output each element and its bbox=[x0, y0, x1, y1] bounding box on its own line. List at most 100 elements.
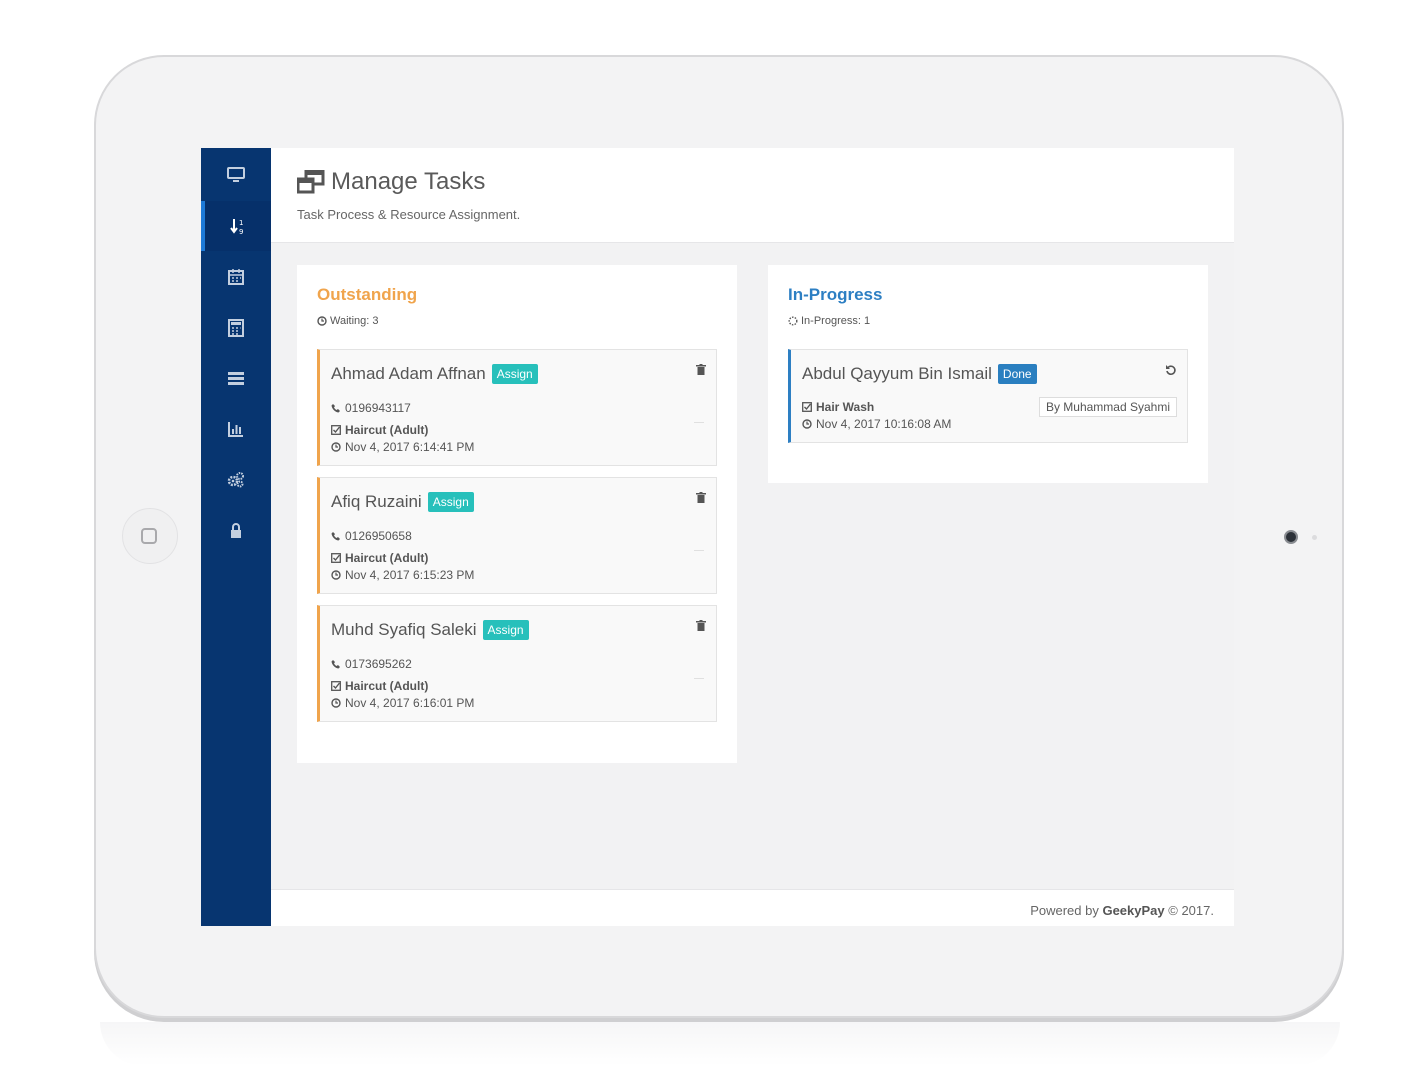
check-square-icon bbox=[331, 681, 341, 691]
phone-line: 0126950658 bbox=[331, 529, 412, 543]
phone-icon bbox=[331, 660, 340, 669]
customer-name: Abdul Qayyum Bin Ismail bbox=[802, 364, 992, 383]
page-subtitle: Task Process & Resource Assignment. bbox=[297, 207, 521, 222]
service-name: Haircut (Adult) bbox=[345, 679, 429, 693]
start-time: Nov 4, 2017 10:16:08 AM bbox=[816, 417, 952, 431]
assign-button[interactable]: Assign bbox=[491, 364, 538, 384]
sidebar-item-dashboard[interactable] bbox=[201, 150, 271, 200]
sidebar: 19 bbox=[201, 148, 271, 926]
camera bbox=[1284, 530, 1298, 544]
card-header: Afiq Ruzaini Assign bbox=[331, 492, 474, 512]
phone-number: 0126950658 bbox=[345, 529, 412, 543]
trash-icon[interactable] bbox=[696, 620, 706, 631]
phone-icon bbox=[331, 532, 340, 541]
assign-button[interactable]: Assign bbox=[482, 620, 529, 640]
footer-brand: GeekyPay bbox=[1102, 903, 1165, 918]
calculator-icon bbox=[228, 319, 244, 337]
in-progress-panel: In-Progress In-Progress: 1 Abdul Qayyum … bbox=[768, 265, 1208, 483]
in-progress-count-label: In-Progress: 1 bbox=[801, 315, 871, 327]
card-header: Abdul Qayyum Bin Ismail Done bbox=[802, 364, 1037, 384]
clock-icon bbox=[317, 316, 327, 326]
customer-name: Afiq Ruzaini bbox=[331, 492, 422, 511]
page-title-text: Manage Tasks bbox=[331, 168, 486, 195]
footer-text: Powered by GeekyPay © 2017. bbox=[1030, 903, 1214, 918]
trash-icon[interactable] bbox=[696, 492, 706, 503]
sidebar-item-tasks[interactable]: 19 bbox=[201, 201, 271, 251]
task-card[interactable]: Ahmad Adam Affnan Assign 0196943117 Hair… bbox=[317, 349, 717, 466]
clock-icon bbox=[331, 698, 341, 708]
sidebar-item-reports[interactable] bbox=[201, 404, 271, 454]
footer-prefix: Powered by bbox=[1030, 903, 1099, 918]
clock-icon bbox=[331, 442, 341, 452]
assign-button[interactable]: Assign bbox=[427, 492, 474, 512]
sidebar-item-lock[interactable] bbox=[201, 506, 271, 556]
undo-icon[interactable] bbox=[1165, 364, 1177, 376]
customer-name: Ahmad Adam Affnan bbox=[331, 364, 486, 383]
phone-line: 0196943117 bbox=[331, 401, 411, 415]
trash-icon[interactable] bbox=[696, 364, 706, 375]
card-header: Ahmad Adam Affnan Assign bbox=[331, 364, 538, 384]
page-header: Manage Tasks Task Process & Resource Ass… bbox=[271, 148, 1234, 243]
spinner-icon bbox=[788, 316, 798, 326]
task-card[interactable]: Afiq Ruzaini Assign 0126950658 Haircut (… bbox=[317, 477, 717, 594]
sidebar-item-settings[interactable] bbox=[201, 455, 271, 505]
in-progress-title: In-Progress bbox=[788, 285, 883, 304]
time-line: Nov 4, 2017 6:15:23 PM bbox=[331, 568, 474, 582]
service-line: Haircut (Adult) bbox=[331, 679, 428, 693]
home-button[interactable] bbox=[122, 508, 178, 564]
service-name: Haircut (Adult) bbox=[345, 423, 429, 437]
footer: Powered by GeekyPay © 2017. bbox=[271, 889, 1234, 926]
sidebar-item-server[interactable] bbox=[201, 353, 271, 403]
lock-icon bbox=[231, 523, 241, 538]
footer-suffix: © 2017. bbox=[1168, 903, 1214, 918]
task-card[interactable]: Abdul Qayyum Bin Ismail Done Hair Wash N… bbox=[788, 349, 1188, 443]
check-square-icon bbox=[331, 425, 341, 435]
camera-sensor bbox=[1312, 535, 1317, 540]
service-line: Hair Wash bbox=[802, 400, 874, 414]
svg-text:9: 9 bbox=[239, 228, 243, 235]
customer-name: Muhd Syafiq Saleki bbox=[331, 620, 477, 639]
home-button-icon bbox=[141, 528, 157, 544]
sidebar-item-calculator[interactable] bbox=[201, 303, 271, 353]
svg-text:1: 1 bbox=[239, 219, 243, 227]
phone-line: 0173695262 bbox=[331, 657, 412, 671]
service-name: Hair Wash bbox=[816, 400, 875, 414]
app-screen: 19 Manage Tasks Task Process & Resource … bbox=[201, 148, 1234, 926]
page-title: Manage Tasks bbox=[297, 168, 485, 196]
clock-icon bbox=[331, 570, 341, 580]
assigned-staff-badge: By Muhammad Syahmi bbox=[1038, 397, 1177, 417]
task-card[interactable]: Muhd Syafiq Saleki Assign 0173695262 Hai… bbox=[317, 605, 717, 722]
bar-chart-icon bbox=[228, 422, 243, 437]
queue-time: Nov 4, 2017 6:16:01 PM bbox=[345, 696, 475, 710]
time-line: Nov 4, 2017 6:14:41 PM bbox=[331, 440, 474, 454]
card-header: Muhd Syafiq Saleki Assign bbox=[331, 620, 529, 640]
drag-handle[interactable] bbox=[694, 422, 704, 423]
outstanding-title: Outstanding bbox=[317, 285, 418, 304]
phone-icon bbox=[331, 404, 340, 413]
server-icon bbox=[228, 372, 244, 385]
tablet-reflection bbox=[100, 1022, 1340, 1066]
calendar-icon bbox=[228, 269, 244, 285]
time-line: Nov 4, 2017 6:16:01 PM bbox=[331, 696, 474, 710]
sidebar-item-calendar[interactable] bbox=[201, 252, 271, 302]
done-button[interactable]: Done bbox=[997, 364, 1037, 384]
gears-icon bbox=[227, 472, 244, 488]
in-progress-count: In-Progress: 1 bbox=[788, 315, 870, 327]
service-line: Haircut (Adult) bbox=[331, 423, 428, 437]
windows-restore-icon bbox=[297, 170, 325, 194]
outstanding-count-label: Waiting: 3 bbox=[330, 315, 379, 327]
check-square-icon bbox=[802, 402, 812, 412]
phone-number: 0196943117 bbox=[345, 401, 411, 415]
service-line: Haircut (Adult) bbox=[331, 551, 428, 565]
phone-number: 0173695262 bbox=[345, 657, 412, 671]
main-content: Manage Tasks Task Process & Resource Ass… bbox=[271, 148, 1234, 926]
check-square-icon bbox=[331, 553, 341, 563]
queue-time: Nov 4, 2017 6:14:41 PM bbox=[345, 440, 475, 454]
drag-handle[interactable] bbox=[694, 550, 704, 551]
queue-time: Nov 4, 2017 6:15:23 PM bbox=[345, 568, 475, 582]
outstanding-panel: Outstanding Waiting: 3 Ahmad Adam Affnan… bbox=[297, 265, 737, 763]
time-line: Nov 4, 2017 10:16:08 AM bbox=[802, 417, 951, 431]
sort-numeric-icon: 19 bbox=[230, 219, 243, 235]
clock-icon bbox=[802, 419, 812, 429]
drag-handle[interactable] bbox=[694, 678, 704, 679]
